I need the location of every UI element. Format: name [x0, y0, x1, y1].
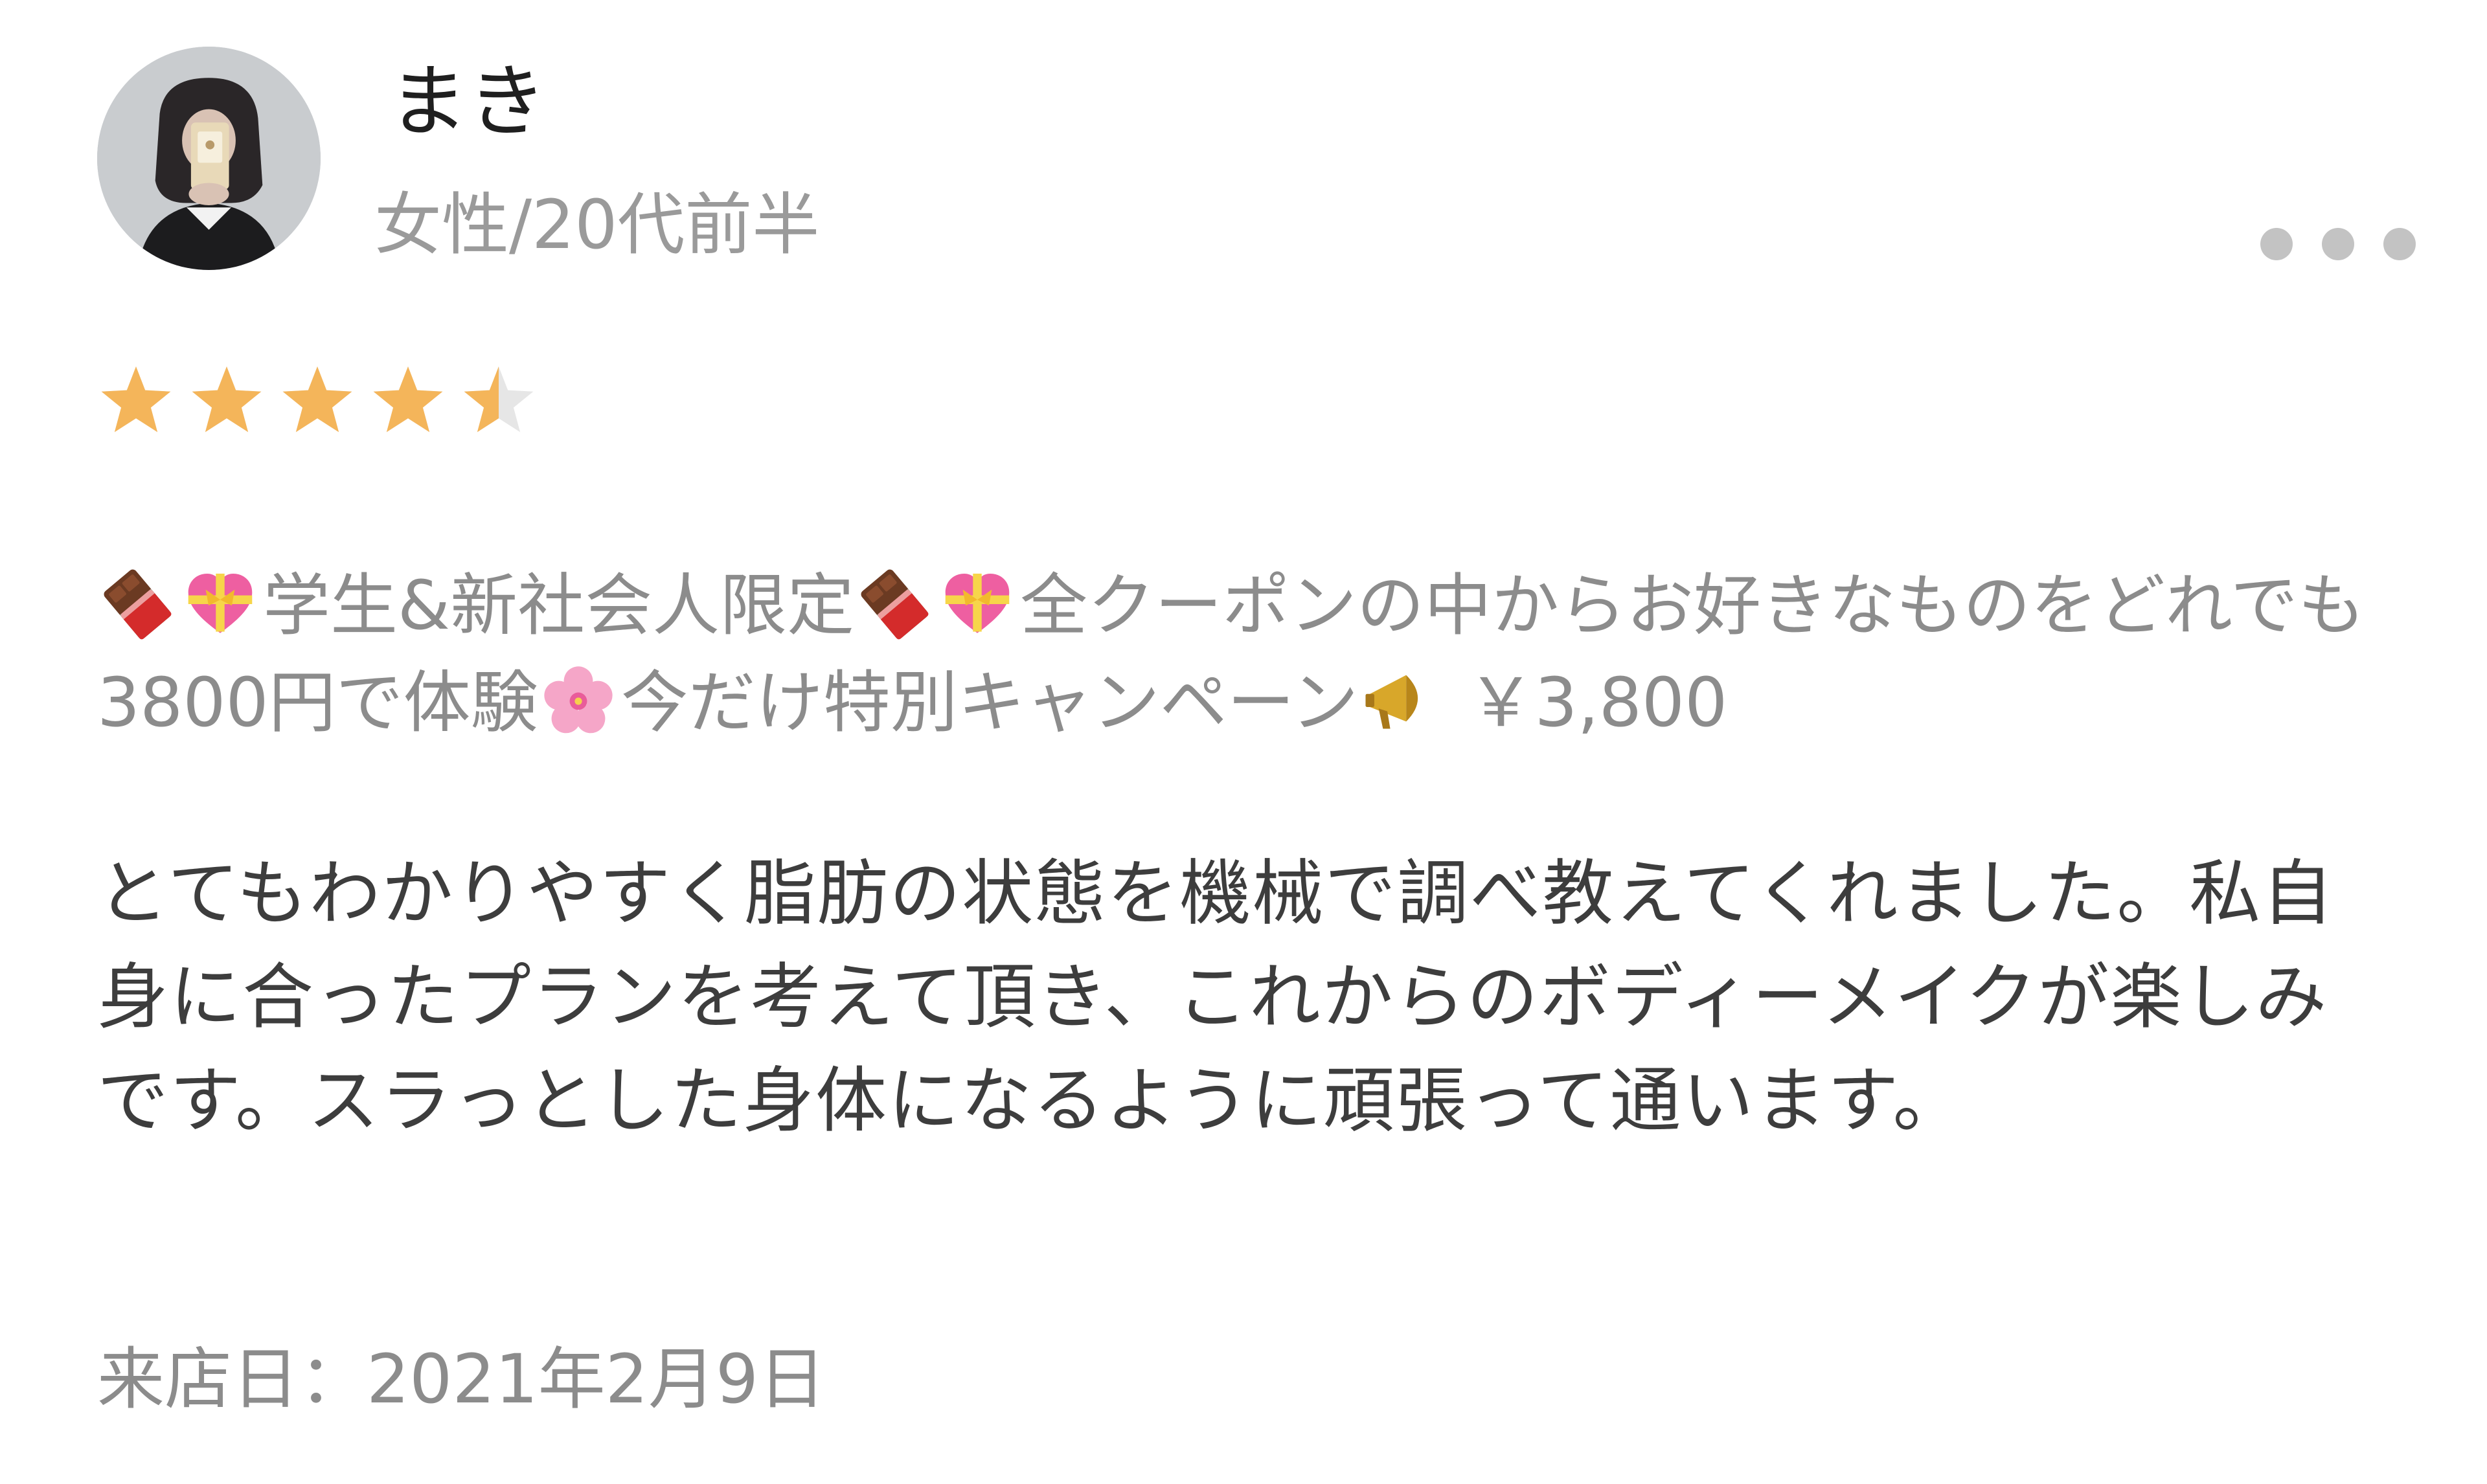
heart-with-ribbon-icon — [941, 568, 1014, 640]
avatar-image — [97, 47, 321, 270]
rating-star-icon — [464, 366, 534, 433]
review-card: まき 女性/20代前半 学生&新社会人限定 全クーポンの中からお好きなものをどれ… — [0, 0, 2487, 1484]
rating-star-icon — [101, 366, 171, 433]
rating-star-icon — [373, 366, 443, 433]
rating-stars — [97, 363, 538, 440]
heart-with-ribbon-icon — [184, 568, 256, 640]
megaphone-icon — [1363, 665, 1435, 737]
avatar[interactable] — [97, 47, 321, 270]
more-dot-icon — [2322, 228, 2354, 260]
review-text: とてもわかりやすく脂肪の状態を機械で調べ教えてくれました。私自身に合ったプランを… — [97, 852, 2335, 1142]
more-dot-icon — [2260, 228, 2293, 260]
reviewer-meta: 女性/20代前半 — [374, 185, 820, 264]
chocolate-bar-icon — [858, 568, 931, 640]
rating-star-icon — [282, 366, 352, 433]
reviewer-name: まき — [389, 56, 547, 148]
coupon-text-part1: 学生&新社会人限定 — [263, 566, 855, 645]
coupon-text-part3: 今だけ特別キャンペーン — [620, 663, 1359, 742]
visit-date: 来店日：2021年2月9日 — [97, 1340, 826, 1419]
rating-star-icon — [192, 366, 262, 433]
more-options-button[interactable] — [2260, 221, 2416, 267]
more-dot-icon — [2383, 228, 2416, 260]
chocolate-bar-icon — [101, 568, 174, 640]
coupon-link[interactable]: 学生&新社会人限定 全クーポンの中からお好きなものをどれでも3800円で体験 今… — [97, 557, 2390, 751]
coupon-price: ￥3,800 — [1467, 663, 1728, 742]
cherry-blossom-icon — [542, 665, 615, 737]
